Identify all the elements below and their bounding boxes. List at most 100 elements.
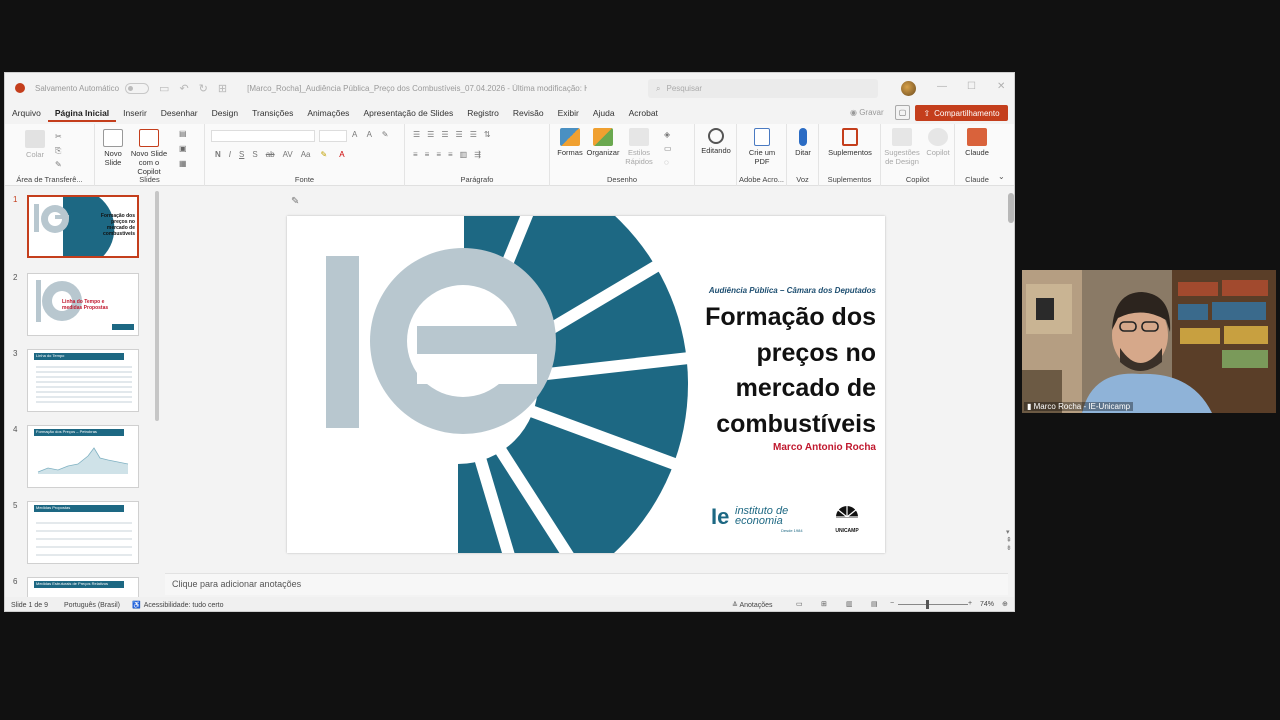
create-pdf-button[interactable]: Crie um PDF xyxy=(743,128,781,166)
tab-arquivo[interactable]: Arquivo xyxy=(5,104,48,122)
underline-button[interactable]: S xyxy=(239,150,244,159)
save-icon[interactable]: ▭ xyxy=(159,82,169,95)
tab-acrobat[interactable]: Acrobat xyxy=(622,104,665,122)
share-button[interactable]: ⇧ Compartilhamento xyxy=(915,105,1008,121)
font-family-box[interactable] xyxy=(211,130,315,142)
zoom-slider-knob[interactable] xyxy=(926,600,929,609)
font-grow-shrink-icons[interactable]: A A ✎ xyxy=(352,130,393,139)
thumbnail-5-title: Medidas Propostas xyxy=(36,505,71,510)
tab-registro[interactable]: Registro xyxy=(460,104,506,122)
notes-toggle[interactable]: ≙ Anotações xyxy=(732,601,773,609)
document-title[interactable]: [Marco_Rocha]_Audiência Pública_Preço do… xyxy=(247,84,587,93)
copilot-button[interactable]: Copilot xyxy=(923,128,953,157)
thumbnail-3-title: Linha do Tempo xyxy=(36,353,65,358)
status-bar: Slide 1 de 9 Português (Brasil) ♿ Acessi… xyxy=(5,597,1014,611)
new-slide-copilot-button[interactable]: Novo Slide com o Copilot xyxy=(127,129,171,176)
thumbnail-slide-2[interactable]: 2 Linha do Tempo e medidas Propostas xyxy=(5,273,155,343)
normal-view-icon[interactable]: ▭ xyxy=(796,600,803,608)
current-slide[interactable]: Audiência Pública – Câmara dos Deputados… xyxy=(287,216,885,553)
tab-exibir[interactable]: Exibir xyxy=(551,104,586,122)
claude-icon xyxy=(967,128,987,146)
italic-button[interactable]: I xyxy=(229,150,231,159)
tab-ajuda[interactable]: Ajuda xyxy=(586,104,622,122)
tab-apresentacao[interactable]: Apresentação de Slides xyxy=(356,104,460,122)
thumbnail-slide-1[interactable]: 1 Formação dos preços no mercado de comb… xyxy=(5,195,155,265)
cut-copy-format-icons[interactable]: ✂ ⎘ ✎ xyxy=(55,130,68,172)
designer-icon[interactable]: ✎ xyxy=(291,196,299,207)
slideshow-icon[interactable]: ▤ xyxy=(871,600,878,608)
list-indent-icons[interactable]: ☰☰☰☰☰⇅ xyxy=(413,130,498,139)
shapes-icon xyxy=(560,128,580,146)
reading-view-icon[interactable]: ▥ xyxy=(846,600,853,608)
tab-animacoes[interactable]: Animações xyxy=(300,104,356,122)
font-size-box[interactable] xyxy=(319,130,347,142)
tab-inserir[interactable]: Inserir xyxy=(116,104,154,122)
shadow-button[interactable]: S xyxy=(252,150,257,159)
strikethrough-button[interactable]: ab xyxy=(266,150,275,159)
tab-revisao[interactable]: Revisão xyxy=(506,104,551,122)
editor-scrollbar[interactable] xyxy=(1008,193,1014,223)
arrange-button[interactable]: Organizar xyxy=(586,128,620,157)
shapes-button[interactable]: Formas xyxy=(554,128,586,157)
slide-sorter-icon[interactable]: ⊞ xyxy=(821,600,827,608)
powerpoint-window: Salvamento Automático ▭ ↶ ↻ ⊞ [Marco_Roc… xyxy=(4,72,1015,612)
fill-outline-effects-icons[interactable]: ◈ ▭ ◌ xyxy=(664,128,672,170)
zoom-slider-track[interactable] xyxy=(898,604,968,605)
change-case-button[interactable]: Aa xyxy=(301,150,311,159)
tab-desenhar[interactable]: Desenhar xyxy=(154,104,205,122)
thumbnail-slide-4[interactable]: 4 Formação dos Preços – Petrobras xyxy=(5,425,155,495)
thumbnails-scrollbar[interactable] xyxy=(155,191,159,421)
present-icon[interactable]: ⊞ xyxy=(218,82,227,95)
copilot-icon xyxy=(928,128,948,146)
alignment-icons[interactable]: ≡≡≡≡▥⇶ xyxy=(413,150,488,159)
editing-button[interactable]: Editando xyxy=(698,128,734,155)
zoom-in-icon[interactable]: + xyxy=(968,600,972,607)
prev-next-slide-icons[interactable]: ▾ ⇞ ⇟ xyxy=(1006,529,1012,553)
design-ideas-button[interactable]: Sugestões de Design xyxy=(883,128,921,166)
paste-button[interactable]: Colar xyxy=(17,130,53,159)
slide-counter: Slide 1 de 9 xyxy=(11,601,48,609)
thumbnail-slide-6[interactable]: 6 Medidas Estruturais de Preços Relativo… xyxy=(5,577,155,597)
thumbnail-slide-5[interactable]: 5 Medidas Propostas xyxy=(5,501,155,571)
maximize-icon[interactable]: ☐ xyxy=(967,81,976,92)
claude-button[interactable]: Claude xyxy=(961,128,993,157)
thumbnail-preview: Linha do Tempo xyxy=(27,349,139,412)
zoom-out-icon[interactable]: − xyxy=(890,600,894,607)
undo-icon[interactable]: ↶ xyxy=(179,82,188,95)
paste-label: Colar xyxy=(26,150,44,159)
notes-pane[interactable]: Clique para adicionar anotações xyxy=(165,573,1008,595)
zoom-level[interactable]: 74% xyxy=(980,601,994,608)
record-button[interactable]: ◉ Gravar xyxy=(850,108,884,117)
tab-design[interactable]: Design xyxy=(205,104,245,122)
font-group-label: Fonte xyxy=(294,175,315,184)
quick-styles-button[interactable]: Estilos Rápidos xyxy=(622,128,656,166)
new-slide-button[interactable]: Novo Slide xyxy=(99,129,127,167)
autosave-toggle[interactable] xyxy=(125,82,150,94)
redo-icon[interactable]: ↻ xyxy=(199,82,208,95)
dictate-button[interactable]: Ditar xyxy=(789,128,817,157)
user-avatar[interactable] xyxy=(901,81,916,96)
font-color-icon[interactable]: A xyxy=(339,150,344,159)
comments-icon[interactable]: ▢ xyxy=(895,105,910,120)
minimize-icon[interactable]: — xyxy=(937,81,947,92)
fit-to-window-icon[interactable]: ⊕ xyxy=(1002,600,1008,608)
tab-transicoes[interactable]: Transições xyxy=(245,104,300,122)
spacing-button[interactable]: AV xyxy=(283,150,293,159)
quick-styles-label: Estilos Rápidos xyxy=(625,148,653,166)
tab-pagina-inicial[interactable]: Página Inicial xyxy=(47,104,117,122)
search-box[interactable]: ⌕ Pesquisar xyxy=(648,79,878,98)
record-label: Gravar xyxy=(859,108,884,117)
bold-button[interactable]: N xyxy=(215,150,221,159)
accessibility-status[interactable]: Acessibilidade: tudo certo xyxy=(144,602,224,609)
close-icon[interactable]: ✕ xyxy=(997,81,1005,92)
addins-button[interactable]: Suplementos xyxy=(823,128,877,157)
ribbon-collapse-icon[interactable]: ⌄ xyxy=(998,172,1005,181)
adobe-group-label: Adobe Acro... xyxy=(738,175,785,184)
screen: Salvamento Automático ▭ ↶ ↻ ⊞ [Marco_Roc… xyxy=(0,0,1280,720)
design-ideas-icon xyxy=(892,128,912,146)
layout-reset-section-icons[interactable]: ▤ ▣ ▦ xyxy=(179,126,193,171)
highlight-icon[interactable]: ✎ xyxy=(320,150,327,159)
language-indicator[interactable]: Português (Brasil) xyxy=(64,602,120,609)
slides-group-label: Slides xyxy=(139,175,160,184)
thumbnail-slide-3[interactable]: 3 Linha do Tempo xyxy=(5,349,155,419)
